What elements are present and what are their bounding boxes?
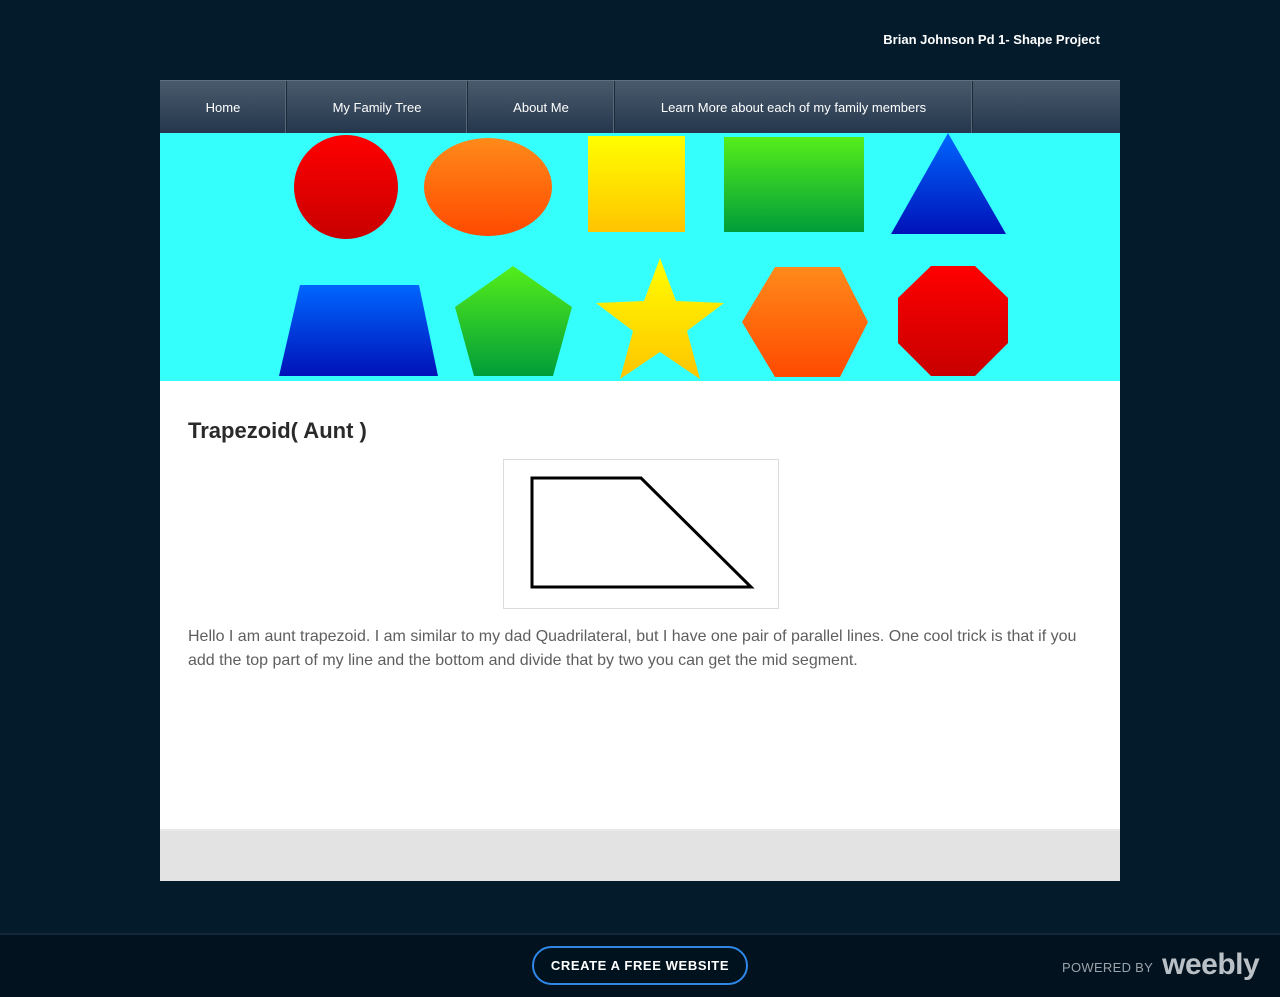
trapezoid-shape bbox=[279, 285, 438, 376]
site-title: Brian Johnson Pd 1- Shape Project bbox=[883, 32, 1100, 47]
nav-item-my-family-tree[interactable]: My Family Tree bbox=[287, 81, 468, 133]
page-title: Trapezoid( Aunt ) bbox=[188, 418, 367, 443]
main-nav: Home My Family Tree About Me Learn More … bbox=[160, 80, 1120, 133]
description-paragraph: Hello I am aunt trapezoid. I am similar … bbox=[188, 628, 1077, 669]
powered-by[interactable]: POWERED BY weebly bbox=[1062, 950, 1260, 980]
nav-item-home[interactable]: Home bbox=[160, 81, 287, 133]
octagon-shape bbox=[898, 266, 1008, 376]
shapes-banner-image bbox=[279, 133, 1008, 379]
rectangle-shape bbox=[724, 137, 864, 232]
hexagon-shape bbox=[742, 267, 868, 377]
star-shape bbox=[596, 258, 724, 379]
ellipse-shape bbox=[424, 138, 552, 236]
nav-item-learn-more[interactable]: Learn More about each of my family membe… bbox=[615, 81, 973, 133]
circle-shape bbox=[294, 135, 398, 239]
weebly-footer-bar: CREATE A FREE WEBSITE POWERED BY weebly bbox=[0, 933, 1280, 997]
nav-item-about-me[interactable]: About Me bbox=[468, 81, 615, 133]
pentagon-shape bbox=[455, 266, 572, 376]
weebly-logo: weebly bbox=[1162, 948, 1260, 981]
page-wrapper: Home My Family Tree About Me Learn More … bbox=[160, 80, 1120, 881]
square-shape bbox=[588, 136, 685, 232]
trapezoid-drawing bbox=[530, 476, 755, 589]
trapezoid-image bbox=[503, 459, 779, 609]
content-footer bbox=[160, 831, 1120, 881]
powered-by-label: POWERED BY bbox=[1062, 959, 1154, 975]
create-website-button[interactable]: CREATE A FREE WEBSITE bbox=[532, 946, 748, 985]
triangle-shape bbox=[891, 133, 1006, 234]
shapes-banner bbox=[160, 133, 1120, 381]
main-content: Trapezoid( Aunt ) Hello I am aunt trapez… bbox=[160, 381, 1120, 831]
